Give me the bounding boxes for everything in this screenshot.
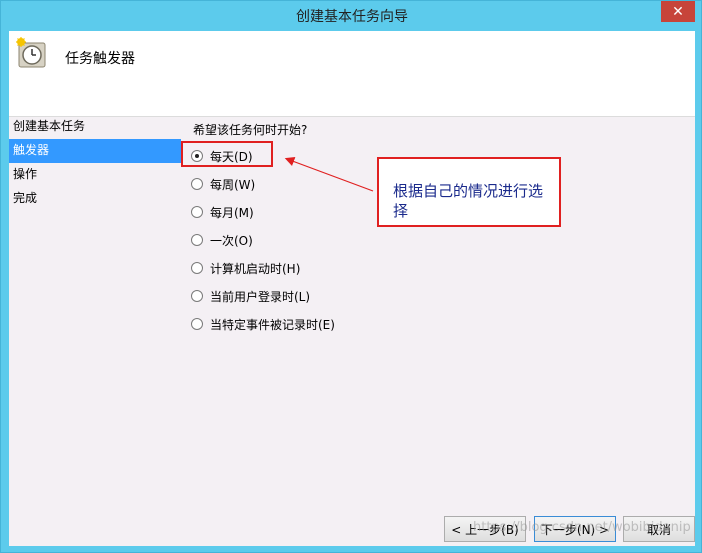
wizard-window: 创建基本任务向导 ✕ 任务触发器 创建基本任务 触发器 操作 完成 希望该任务何… xyxy=(0,0,702,553)
radio-label: 计算机启动时(H) xyxy=(210,261,301,276)
title-bar[interactable]: 创建基本任务向导 ✕ xyxy=(1,1,702,31)
page-title: 任务触发器 xyxy=(65,51,135,67)
radio-label: 每月(M) xyxy=(210,205,254,220)
radio-at-startup[interactable]: 计算机启动时(H) xyxy=(191,257,300,279)
radio-label: 一次(O) xyxy=(210,233,253,248)
close-button[interactable]: ✕ xyxy=(661,1,695,22)
nav-item-create-basic-task[interactable]: 创建基本任务 xyxy=(9,115,181,139)
step-nav: 创建基本任务 触发器 操作 完成 xyxy=(9,117,181,546)
nav-item-action[interactable]: 操作 xyxy=(9,163,181,187)
radio-monthly[interactable]: 每月(M) xyxy=(191,201,254,223)
annotation-note: 根据自己的情况进行选择 xyxy=(377,157,561,227)
highlight-box xyxy=(181,141,273,167)
trigger-question: 希望该任务何时开始? xyxy=(193,123,308,137)
nav-item-finish[interactable]: 完成 xyxy=(9,187,181,211)
radio-on-event[interactable]: 当特定事件被记录时(E) xyxy=(191,313,335,335)
radio-button[interactable] xyxy=(191,290,203,302)
wizard-content: 创建基本任务 触发器 操作 完成 希望该任务何时开始? 每天(D) 每周(W) … xyxy=(9,117,695,546)
nav-item-trigger[interactable]: 触发器 xyxy=(9,139,181,163)
radio-label: 每周(W) xyxy=(210,177,256,192)
radio-label: 当特定事件被记录时(E) xyxy=(210,317,335,332)
radio-button[interactable] xyxy=(191,234,203,246)
radio-at-logon[interactable]: 当前用户登录时(L) xyxy=(191,285,310,307)
radio-button[interactable] xyxy=(191,178,203,190)
radio-label: 当前用户登录时(L) xyxy=(210,289,311,304)
radio-button[interactable] xyxy=(191,262,203,274)
annotation-text: 根据自己的情况进行选择 xyxy=(393,182,544,220)
wizard-header: 任务触发器 xyxy=(9,31,695,117)
radio-button[interactable] xyxy=(191,318,203,330)
close-icon: ✕ xyxy=(672,3,684,20)
radio-weekly[interactable]: 每周(W) xyxy=(191,173,255,195)
radio-button[interactable] xyxy=(191,206,203,218)
watermark: https://blog.csdn.net/wobibidanip xyxy=(473,520,691,535)
window-title: 创建基本任务向导 xyxy=(296,9,408,25)
radio-once[interactable]: 一次(O) xyxy=(191,229,253,251)
clock-icon xyxy=(16,37,46,68)
